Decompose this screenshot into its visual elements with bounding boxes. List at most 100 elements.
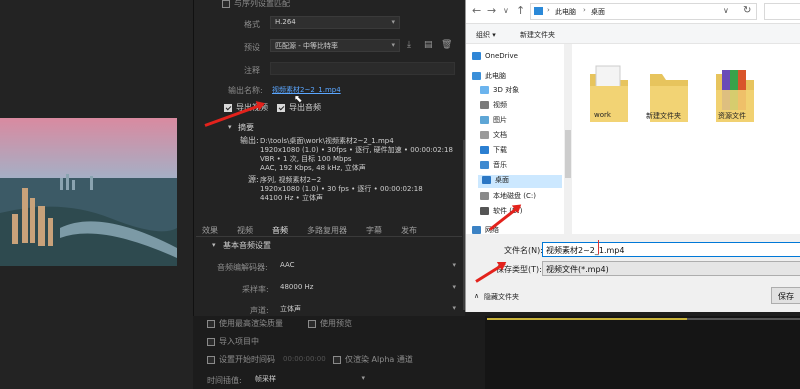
computer-icon xyxy=(534,7,543,15)
match-source-checkbox[interactable] xyxy=(222,0,230,8)
audio-basic-toggle-icon[interactable]: ▾ xyxy=(212,241,216,249)
annotation-marker xyxy=(598,240,599,254)
export-audio-label: 导出音频 xyxy=(289,103,321,112)
nav-item-label: 文档 xyxy=(493,131,507,139)
search-input[interactable] xyxy=(764,3,800,20)
folder-name: work xyxy=(594,111,611,119)
nav-item-onedrive[interactable]: OneDrive xyxy=(472,52,518,65)
sample-rate-value: 48000 Hz xyxy=(280,283,314,291)
nav-item-label: 此电脑 xyxy=(485,72,506,80)
channels-select[interactable]: 立体声 ▾ xyxy=(275,302,461,314)
breadcrumb-separator-icon: › xyxy=(583,6,586,14)
interp-select[interactable]: 帧采样 ▾ xyxy=(250,372,370,385)
delete-preset-icon[interactable]: 🗑 xyxy=(441,40,452,50)
export-video-checkbox[interactable] xyxy=(224,104,232,112)
output-name-label: 输出名称: xyxy=(228,86,263,95)
file-list: work 新建文件夹 资源文件 xyxy=(572,44,800,234)
tab-multiplexer[interactable]: 多路复用器 xyxy=(307,225,347,236)
filetype-select[interactable]: 视频文件(*.mp4) xyxy=(542,261,800,276)
audio-format-select[interactable]: AAC ▾ xyxy=(275,259,461,272)
folder-icon[interactable] xyxy=(712,56,758,122)
cube-icon xyxy=(480,86,489,94)
history-chevron-icon[interactable]: ∨ xyxy=(503,6,509,15)
nav-item-label: 图片 xyxy=(493,116,507,124)
use-preview-checkbox[interactable] xyxy=(308,320,316,328)
nav-item-downloads[interactable]: 下载 xyxy=(480,145,507,158)
organize-button[interactable]: 组织 ▾ xyxy=(476,30,496,40)
export-audio-checkbox[interactable] xyxy=(277,104,285,112)
nav-item-music[interactable]: 音乐 xyxy=(480,160,507,173)
preset-value: 匹配源 - 中等比特率 xyxy=(275,42,338,50)
tab-video[interactable]: 视频 xyxy=(237,225,253,236)
nav-item-label: 3D 对象 xyxy=(493,86,520,94)
dropdown-chevron-icon[interactable]: ∨ xyxy=(723,6,729,15)
comment-input[interactable] xyxy=(270,62,455,75)
address-bar-row: ← → ∨ ↑ › 此电脑 › 桌面 ∨ ↻ xyxy=(466,0,800,24)
hide-folders-button[interactable]: 隐藏文件夹 xyxy=(484,292,519,302)
address-bar[interactable]: › 此电脑 › 桌面 ∨ ↻ xyxy=(530,3,757,20)
nav-item-documents[interactable]: 文档 xyxy=(480,130,507,143)
summary-output-line: AAC, 192 Kbps, 48 kHz, 立体声 xyxy=(260,164,366,172)
nav-scrollbar-thumb[interactable] xyxy=(565,130,571,178)
match-source-label: 与序列设置匹配 xyxy=(234,0,290,8)
preset-select[interactable]: 匹配源 - 中等比特率 ▾ xyxy=(270,39,400,52)
timeline-track xyxy=(687,318,800,320)
up-arrow-icon[interactable]: ↑ xyxy=(516,4,525,17)
summary-label: 摘要 xyxy=(238,123,254,132)
output-name-link[interactable]: 视频素材2~2_1.mp4 xyxy=(272,85,341,95)
alpha-only-checkbox[interactable] xyxy=(333,356,341,364)
save-button[interactable]: 保存 xyxy=(771,287,800,304)
nav-item-desktop[interactable]: 桌面 xyxy=(478,175,562,188)
breadcrumb-item[interactable]: 桌面 xyxy=(591,7,605,17)
import-preset-icon[interactable]: ▤ xyxy=(424,40,433,50)
folder-icon[interactable] xyxy=(586,56,632,122)
import-project-checkbox[interactable] xyxy=(207,338,215,346)
format-label: 格式 xyxy=(244,20,260,29)
hide-folders-chevron-icon[interactable]: ∧ xyxy=(474,292,479,300)
video-preview-image xyxy=(0,118,177,266)
set-start-label: 设置开始时间码 xyxy=(219,355,275,364)
save-preset-icon[interactable]: ⤓ xyxy=(407,40,411,50)
nav-item-3d[interactable]: 3D 对象 xyxy=(480,85,519,98)
chevron-down-icon: ▾ xyxy=(452,283,456,291)
sample-rate-select[interactable]: 48000 Hz ▾ xyxy=(275,281,461,294)
channels-value: 立体声 xyxy=(280,305,301,313)
audio-format-value: AAC xyxy=(280,261,295,269)
summary-toggle-icon[interactable]: ▾ xyxy=(228,123,232,131)
film-icon xyxy=(480,101,489,109)
nav-item-videos[interactable]: 视频 xyxy=(480,100,507,113)
sample-rate-label: 采样率: xyxy=(242,285,269,294)
chevron-down-icon: ▾ xyxy=(391,41,395,49)
tab-captions[interactable]: 字幕 xyxy=(366,225,382,236)
max-render-checkbox[interactable] xyxy=(207,320,215,328)
format-value: H.264 xyxy=(275,18,296,26)
chevron-down-icon: ▾ xyxy=(361,374,365,382)
back-arrow-icon[interactable]: ← xyxy=(472,4,481,17)
start-timecode[interactable]: 00:00:00:00 xyxy=(283,355,326,363)
audio-basic-label: 基本音频设置 xyxy=(223,241,271,250)
nav-item-label: 桌面 xyxy=(495,176,509,184)
nav-item-this-pc[interactable]: 此电脑 xyxy=(472,71,506,84)
save-dialog: ← → ∨ ↑ › 此电脑 › 桌面 ∨ ↻ 组织 ▾ 新建文件夹 OneDri… xyxy=(465,0,800,312)
refresh-icon[interactable]: ↻ xyxy=(743,5,751,16)
timeline-range-bar xyxy=(487,318,687,320)
chevron-down-icon: ▾ xyxy=(452,304,456,312)
forward-arrow-icon[interactable]: → xyxy=(487,4,496,17)
folder-icon[interactable] xyxy=(646,56,692,122)
filename-input[interactable]: 视频素材2~2_1.mp4 xyxy=(542,242,800,257)
dialog-toolbar: 组织 ▾ 新建文件夹 xyxy=(466,24,800,44)
nav-item-drive-c[interactable]: 本地磁盘 (C:) xyxy=(480,191,536,204)
breadcrumb-separator-icon: › xyxy=(547,6,550,14)
format-select[interactable]: H.264 ▾ xyxy=(270,16,400,29)
nav-item-pictures[interactable]: 图片 xyxy=(480,115,507,128)
tab-publish[interactable]: 发布 xyxy=(401,225,417,236)
tab-effects[interactable]: 效果 xyxy=(202,225,218,236)
timeline-area[interactable] xyxy=(485,316,800,389)
breadcrumb-item[interactable]: 此电脑 xyxy=(555,7,576,17)
cloud-icon xyxy=(472,52,481,60)
picture-icon xyxy=(480,116,489,124)
set-start-checkbox[interactable] xyxy=(207,356,215,364)
new-folder-button[interactable]: 新建文件夹 xyxy=(520,30,555,40)
alpha-only-label: 仅渲染 Alpha 通道 xyxy=(345,355,413,364)
interp-value: 帧采样 xyxy=(255,375,276,383)
